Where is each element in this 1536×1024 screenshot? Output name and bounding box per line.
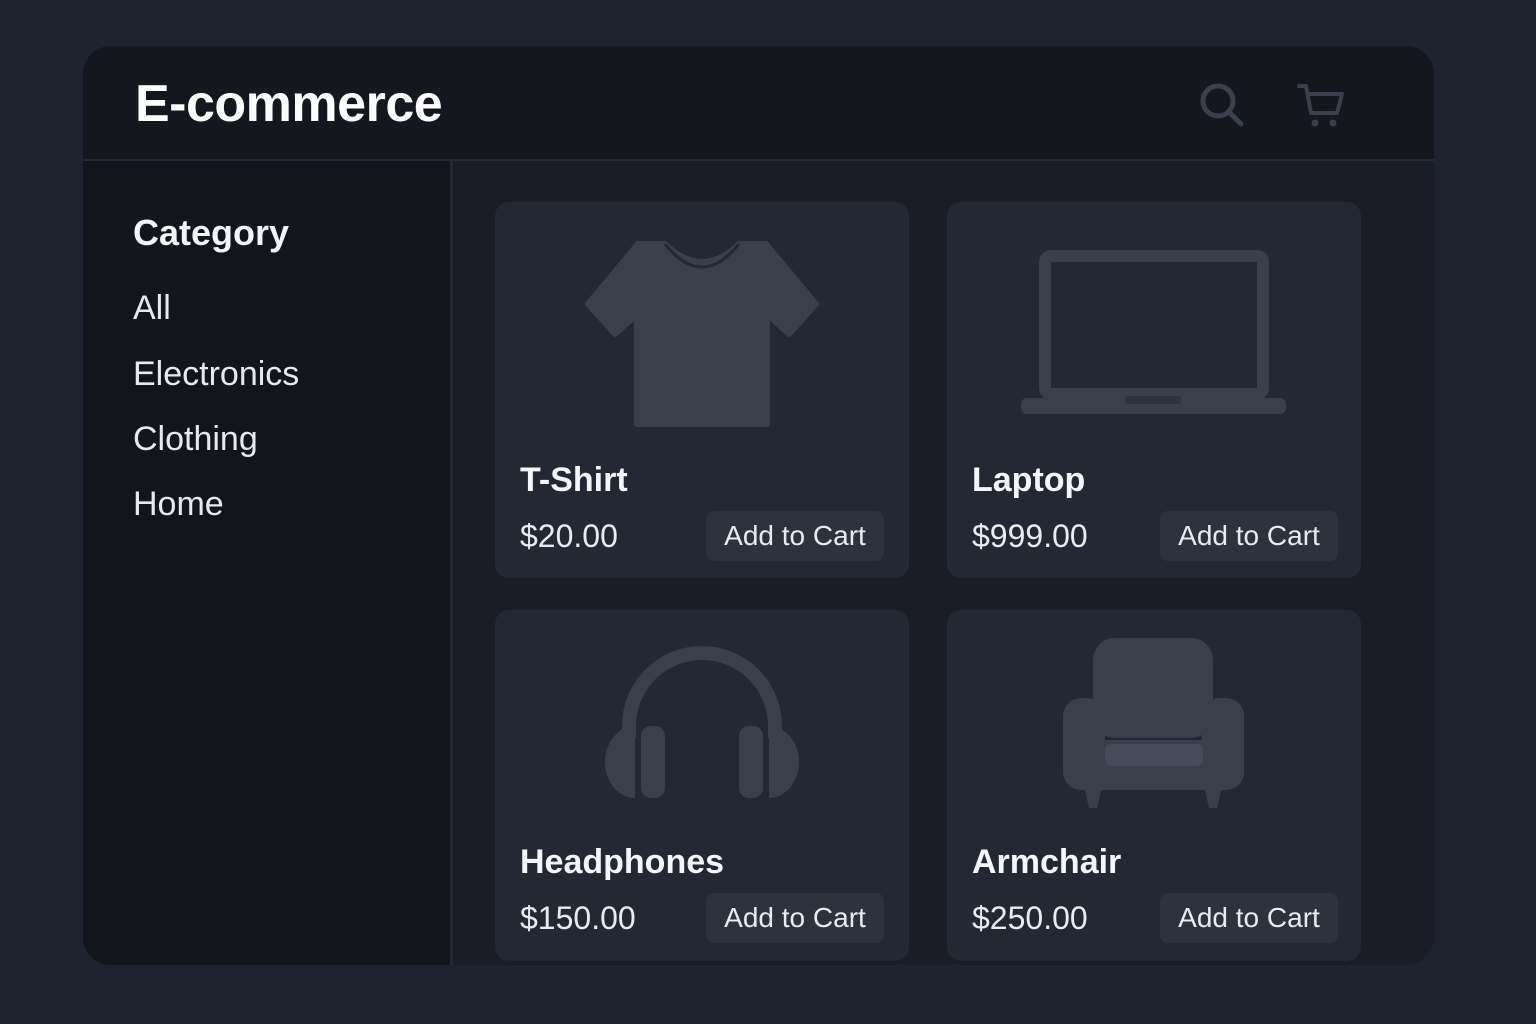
product-name: Armchair bbox=[972, 843, 1122, 881]
sidebar-item-home[interactable]: Home bbox=[133, 484, 224, 524]
product-card-armchair: Armchair $250.00 Add to Cart bbox=[947, 610, 1361, 961]
sidebar-item-all[interactable]: All bbox=[133, 288, 171, 328]
app-window: E-commerce Category All Electronics Clot… bbox=[83, 46, 1434, 965]
top-header: E-commerce bbox=[83, 46, 1434, 161]
app-title: E-commerce bbox=[135, 75, 443, 133]
laptop-icon bbox=[1021, 250, 1286, 414]
product-price: $20.00 bbox=[520, 518, 618, 554]
add-to-cart-button[interactable]: Add to Cart bbox=[706, 893, 884, 943]
product-name: T-Shirt bbox=[520, 461, 628, 499]
search-icon[interactable] bbox=[1197, 80, 1247, 130]
add-to-cart-button[interactable]: Add to Cart bbox=[1160, 511, 1338, 561]
product-price: $250.00 bbox=[972, 900, 1088, 936]
product-card-headphones: Headphones $150.00 Add to Cart bbox=[495, 610, 909, 961]
product-price: $999.00 bbox=[972, 518, 1088, 554]
product-name: Laptop bbox=[972, 461, 1086, 499]
cart-icon[interactable] bbox=[1296, 80, 1346, 130]
product-card-laptop: Laptop $999.00 Add to Cart bbox=[947, 202, 1361, 578]
category-sidebar: Category All Electronics Clothing Home bbox=[83, 161, 453, 965]
tshirt-icon bbox=[585, 241, 819, 427]
product-name: Headphones bbox=[520, 843, 725, 881]
headphones-icon bbox=[605, 646, 799, 798]
add-to-cart-button[interactable]: Add to Cart bbox=[706, 511, 884, 561]
add-to-cart-button[interactable]: Add to Cart bbox=[1160, 893, 1338, 943]
armchair-icon bbox=[1063, 638, 1244, 808]
sidebar-item-clothing[interactable]: Clothing bbox=[133, 419, 258, 459]
product-card-tshirt: T-Shirt $20.00 Add to Cart bbox=[495, 202, 909, 578]
sidebar-item-electronics[interactable]: Electronics bbox=[133, 354, 299, 394]
product-price: $150.00 bbox=[520, 900, 636, 936]
sidebar-heading: Category bbox=[133, 212, 290, 253]
